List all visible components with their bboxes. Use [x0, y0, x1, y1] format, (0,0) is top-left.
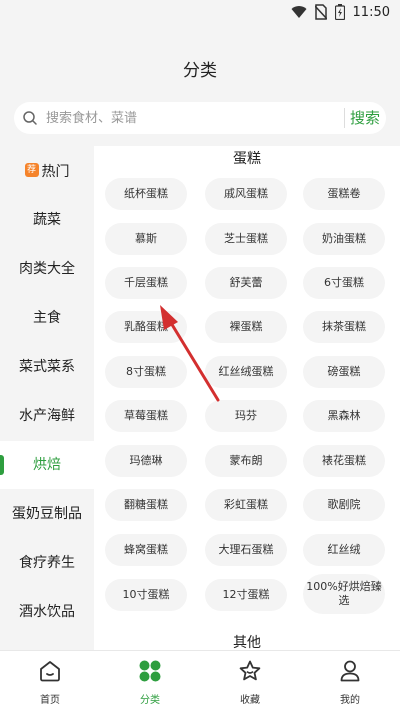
chip-item[interactable]: 6寸蛋糕: [303, 267, 385, 299]
search-button[interactable]: 搜索: [350, 102, 380, 134]
sidebar-item-label: 肉类大全: [19, 261, 75, 277]
status-bar: 11:50: [0, 0, 400, 26]
sidebar-item-label: 蛋奶豆制品: [12, 506, 82, 522]
chip-item[interactable]: 抹茶蛋糕: [303, 311, 385, 343]
star-icon: [239, 660, 261, 681]
sidebar-item-vegetables[interactable]: 蔬菜: [0, 196, 94, 244]
sidebar-item-health[interactable]: 食疗养生: [0, 539, 94, 587]
sidebar-item-label: 食疗养生: [19, 555, 75, 571]
chip-item[interactable]: 乳酪蛋糕: [105, 311, 187, 343]
chip-item[interactable]: 玛德琳: [105, 445, 187, 477]
chip-item[interactable]: 蒙布朗: [205, 445, 287, 477]
chip-item[interactable]: 翻糖蛋糕: [105, 489, 187, 521]
chip-item[interactable]: 10寸蛋糕: [105, 579, 187, 611]
search-bar: 搜索: [14, 102, 386, 134]
chip-item[interactable]: 歌剧院: [303, 489, 385, 521]
sidebar-item-seafood[interactable]: 水产海鲜: [0, 392, 94, 440]
sidebar-item-meat[interactable]: 肉类大全: [0, 245, 94, 293]
page-title: 分类: [183, 61, 217, 81]
chip-item[interactable]: 裱花蛋糕: [303, 445, 385, 477]
status-time: 11:50: [352, 4, 390, 20]
chip-item[interactable]: 12寸蛋糕: [205, 579, 287, 611]
chip-item[interactable]: 慕斯: [105, 223, 187, 255]
chip-item[interactable]: 蛋糕卷: [303, 178, 385, 210]
section-title-other: 其他: [233, 635, 261, 650]
sidebar-item-label: 菜式菜系: [19, 359, 75, 375]
tab-profile[interactable]: 我的: [300, 651, 400, 712]
status-icons: 11:50: [291, 4, 390, 20]
chip-item[interactable]: 100%好烘焙臻选: [303, 574, 385, 614]
bottom-tab-bar: 首页 分类 收藏 我的: [0, 650, 400, 712]
sidebar-item-label: 水产海鲜: [19, 408, 75, 424]
sidebar-item-drinks[interactable]: 酒水饮品: [0, 588, 94, 636]
category-sidebar: 荐热门 蔬菜 肉类大全 主食 菜式菜系 水产海鲜 烘焙 蛋奶豆制品 食疗养生 酒…: [0, 146, 94, 650]
sidebar-item-hot[interactable]: 荐热门: [0, 148, 94, 196]
category-content: 蛋糕 纸杯蛋糕 戚风蛋糕 蛋糕卷 慕斯 芝士蛋糕 奶油蛋糕 千层蛋糕 舒芙蕾 6…: [94, 146, 400, 650]
sidebar-item-label: 酒水饮品: [19, 604, 75, 620]
sidebar-item-cuisine[interactable]: 菜式菜系: [0, 343, 94, 391]
recommend-badge: 荐: [24, 163, 39, 177]
chip-item[interactable]: 玛芬: [205, 400, 287, 432]
chip-item[interactable]: 奶油蛋糕: [303, 223, 385, 255]
sidebar-item-label: 主食: [33, 310, 61, 326]
chip-item[interactable]: 芝士蛋糕: [205, 223, 287, 255]
chip-item[interactable]: 纸杯蛋糕: [105, 178, 187, 210]
sidebar-item-label: 蔬菜: [33, 212, 61, 228]
chip-item[interactable]: 千层蛋糕: [105, 267, 187, 299]
tab-label: 分类: [140, 695, 160, 706]
sidebar-item-baking[interactable]: 烘焙: [0, 441, 94, 489]
user-icon: [340, 660, 360, 682]
home-icon: [40, 661, 60, 682]
tab-category[interactable]: 分类: [100, 651, 200, 712]
chip-item[interactable]: 蜂窝蛋糕: [105, 534, 187, 566]
tab-home[interactable]: 首页: [0, 651, 100, 712]
chip-item[interactable]: 红丝绒: [303, 534, 385, 566]
tab-favorites[interactable]: 收藏: [200, 651, 300, 712]
chip-item[interactable]: 戚风蛋糕: [205, 178, 287, 210]
search-input[interactable]: [46, 102, 336, 134]
sidebar-item-staple[interactable]: 主食: [0, 294, 94, 342]
category-icon: [139, 660, 161, 682]
chip-item[interactable]: 黑森林: [303, 400, 385, 432]
chip-item[interactable]: 红丝绒蛋糕: [205, 356, 287, 388]
no-sim-icon: [314, 4, 327, 20]
search-divider: [344, 108, 345, 128]
active-indicator: [0, 455, 4, 475]
chip-item[interactable]: 裸蛋糕: [205, 311, 287, 343]
chip-item[interactable]: 大理石蛋糕: [205, 534, 287, 566]
section-title-cake: 蛋糕: [233, 151, 261, 167]
search-icon: [23, 111, 37, 125]
chip-item[interactable]: 磅蛋糕: [303, 356, 385, 388]
tab-label: 首页: [40, 695, 60, 706]
chip-item[interactable]: 草莓蛋糕: [105, 400, 187, 432]
sidebar-item-dairy[interactable]: 蛋奶豆制品: [0, 490, 94, 538]
tab-label: 收藏: [240, 695, 260, 706]
wifi-icon: [291, 6, 307, 19]
chip-item[interactable]: 8寸蛋糕: [105, 356, 187, 388]
chip-item[interactable]: 舒芙蕾: [205, 267, 287, 299]
battery-icon: [334, 4, 345, 20]
sidebar-item-label: 烘焙: [33, 457, 61, 473]
tab-label: 我的: [340, 695, 360, 706]
sidebar-item-label: 热门: [41, 164, 70, 180]
chip-item[interactable]: 彩虹蛋糕: [205, 489, 287, 521]
